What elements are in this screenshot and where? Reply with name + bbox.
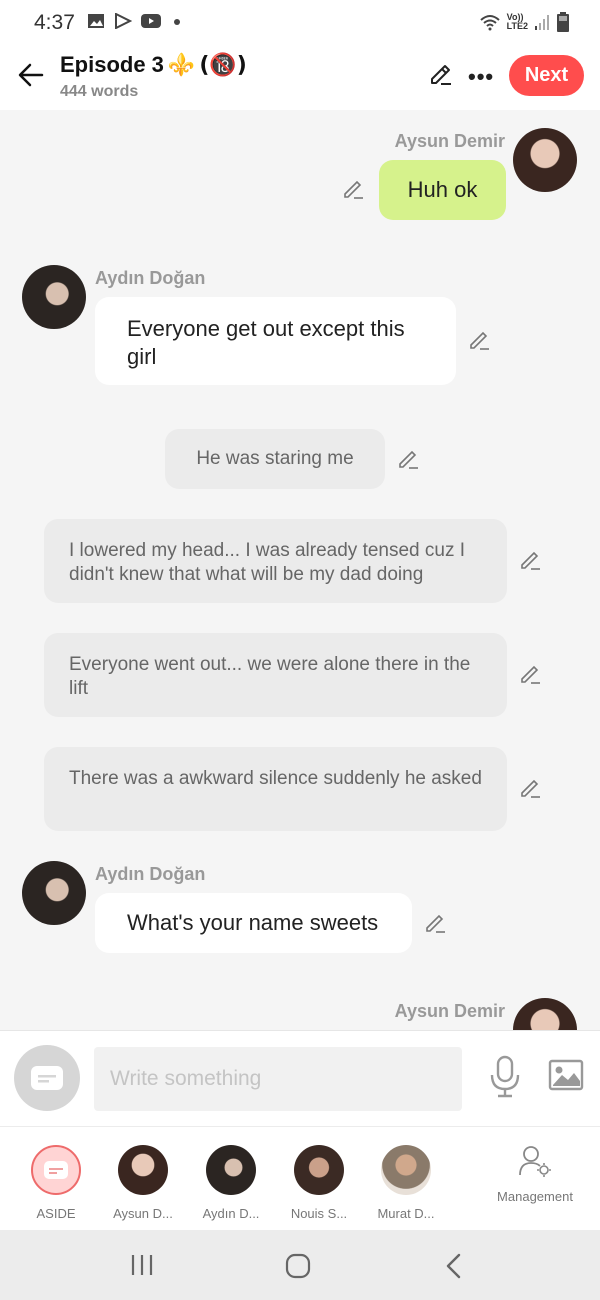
narration-bubble[interactable]: I lowered my head... I was already tense… [44,519,507,603]
fleur-de-lis-emoji: ⚜️ [167,52,196,78]
network-label: Vo)) LTE2 [507,13,528,31]
message-bubble[interactable]: Everyone get out except this girl [95,297,456,385]
avatar [381,1145,431,1195]
edit-message-icon[interactable] [342,178,366,202]
play-store-icon [115,13,132,29]
status-time: 4:37 [34,11,75,34]
narration-bubble[interactable]: He was staring me [165,429,385,489]
back-nav-icon[interactable] [444,1252,464,1280]
image-picker-icon[interactable] [548,1059,584,1091]
avatar[interactable] [513,998,577,1030]
edit-message-icon[interactable] [519,663,543,687]
speaker-name: Aysun Demir [394,131,505,151]
composer [0,1030,600,1126]
narration-bubble[interactable]: There was a awkward silence suddenly he … [44,747,507,831]
speaker-name: Aydın Doğan [95,864,206,884]
avatar [206,1145,256,1195]
avatar[interactable] [22,861,86,925]
avatar[interactable] [22,265,86,329]
message-input[interactable] [94,1047,462,1111]
character-aside[interactable]: ASIDE [16,1145,96,1221]
image-icon [88,14,104,28]
aside-bubble-icon [44,1161,68,1179]
title-row: Episode 3 ⚜️ (🔞) [60,52,247,78]
avatar[interactable] [513,128,577,192]
character-bar: ASIDE Aysun D... Aydın D... Nouis S... M… [0,1126,600,1230]
aside-avatar [31,1145,81,1195]
aside-toggle-button[interactable] [14,1045,80,1111]
speaker-name: Aysun Demir [394,1001,505,1021]
arrow-left-icon [18,63,44,87]
battery-icon [557,12,569,32]
chat-area[interactable]: Aysun Demir Huh ok Aydın Doğan Everyone … [0,110,600,1030]
character-nouis[interactable]: Nouis S... [279,1145,359,1221]
narration-bubble[interactable]: Everyone went out... we were alone there… [44,633,507,717]
character-aydin[interactable]: Aydın D... [191,1145,271,1221]
system-nav-bar [0,1230,600,1300]
home-icon[interactable] [284,1252,312,1280]
edit-message-icon[interactable] [424,912,448,936]
network-bottom-label: LTE2 [506,21,528,31]
speaker-name: Aydın Doğan [95,268,206,288]
signal-icon [535,15,549,30]
management-button[interactable]: Management [490,1145,580,1204]
edit-message-icon[interactable] [397,448,421,472]
character-label: Nouis S... [290,1206,348,1221]
avatar [118,1145,168,1195]
age-rating: (🔞) [199,52,247,78]
character-aysun[interactable]: Aysun D... [103,1145,183,1221]
wifi-icon [479,15,500,31]
edit-message-icon[interactable] [519,777,543,801]
user-settings-icon [519,1146,551,1177]
character-label: ASIDE [36,1206,76,1221]
edit-message-icon[interactable] [519,549,543,573]
more-options-icon[interactable]: ••• [468,64,494,90]
avatar [294,1145,344,1195]
episode-header: Episode 3 ⚜️ (🔞) 444 words ••• Next [0,46,600,110]
message-bubble[interactable]: What's your name sweets [95,893,412,953]
edit-message-icon[interactable] [468,329,492,353]
character-label: Aysun D... [113,1206,173,1221]
character-label: Aydın D... [202,1206,260,1221]
episode-title: Episode 3 [60,52,164,77]
status-bar: 4:37 Vo)) LTE2 [0,0,600,46]
youtube-icon [141,14,161,28]
aside-bubble-icon [31,1066,63,1090]
microphone-icon[interactable] [488,1055,522,1099]
management-label: Management [497,1189,573,1204]
next-button[interactable]: Next [509,55,584,96]
message-bubble[interactable]: Huh ok [379,160,506,220]
dot-icon [174,19,180,25]
word-count: 444 words [60,83,139,100]
character-murat[interactable]: Murat D... [366,1145,446,1221]
recent-apps-icon[interactable] [130,1252,154,1278]
back-button[interactable] [16,60,46,90]
character-label: Murat D... [377,1206,435,1221]
edit-episode-icon[interactable] [428,62,454,88]
status-right: Vo)) LTE2 [479,12,570,32]
